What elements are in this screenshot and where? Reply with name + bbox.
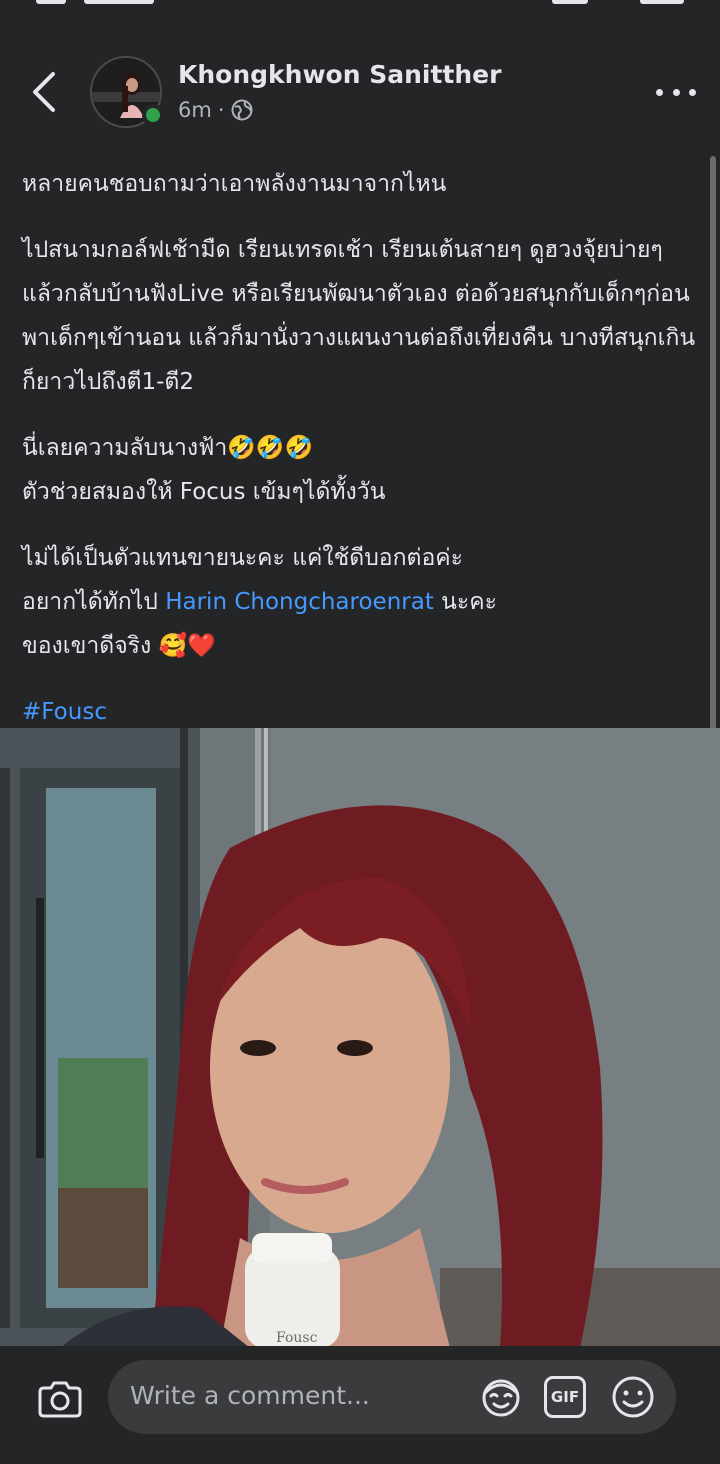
post-body: หลายคนชอบถามว่าเอาพลังงานมาจากไหน ไปสนาม… (22, 162, 702, 756)
more-dot (689, 88, 696, 96)
post-line: ของเขาดีจริง 🥰❤️ (22, 633, 216, 659)
post-header: Khongkhwon Sanitther 6m · (0, 40, 720, 150)
comment-bar: Write a comment... GIF (0, 1346, 720, 1464)
globe-icon[interactable] (231, 99, 253, 121)
post-line-prefix: อยากได้ทักไป (22, 589, 166, 615)
more-dot (656, 88, 663, 96)
more-dot (672, 88, 680, 96)
post-photo[interactable]: Fousc (0, 728, 720, 1348)
photo-illustration: Fousc (0, 728, 720, 1348)
hashtag-link[interactable]: #Fousc (22, 699, 107, 725)
online-status-indicator (142, 104, 164, 126)
emoji-button[interactable] (610, 1374, 656, 1420)
comment-placeholder: Write a comment... (130, 1381, 370, 1410)
avatar-sticker-icon (482, 1379, 520, 1417)
post-meta: 6m · (178, 98, 253, 122)
status-bar (0, 0, 720, 40)
post-paragraph: ไม่ได้เป็นตัวแทนขายนะคะ แค่ใช้ดีบอกต่อค่… (22, 536, 702, 668)
post-paragraph: ไปสนามกอล์ฟเช้ามืด เรียนเทรดเช้า เรียนเต… (22, 237, 696, 395)
gif-button[interactable]: GIF (544, 1376, 586, 1418)
post-line: ตัวช่วยสมองให้ Focus เข้มๆได้ทั้งวัน (22, 479, 386, 505)
post-line: นี่เลยความลับนางฟ้า🤣🤣🤣 (22, 435, 314, 461)
post-time[interactable]: 6m (178, 98, 212, 122)
status-time-fragment (84, 0, 154, 4)
author-avatar[interactable] (90, 56, 164, 128)
status-icon-fragment (36, 0, 66, 4)
back-button[interactable] (22, 68, 66, 116)
mention-link[interactable]: Harin Chongcharoenrat (165, 589, 434, 615)
post-paragraph: นี่เลยความลับนางฟ้า🤣🤣🤣 ตัวช่วยสมองให้ Fo… (22, 426, 702, 514)
battery-icon (640, 0, 684, 4)
camera-button[interactable] (36, 1374, 84, 1422)
post-line-suffix: นะคะ (433, 589, 497, 615)
chevron-left-icon (33, 72, 55, 112)
bottle-label: Fousc (276, 1330, 318, 1346)
comment-input[interactable]: Write a comment... GIF (108, 1360, 676, 1434)
author-name[interactable]: Khongkhwon Sanitther (178, 60, 501, 89)
more-options-button[interactable] (656, 80, 696, 104)
signal-icon (552, 0, 588, 4)
camera-icon (38, 1381, 82, 1418)
emoji-icon (612, 1376, 654, 1418)
post-paragraph: หลายคนชอบถามว่าเอาพลังงานมาจากไหน (22, 171, 447, 197)
meta-separator: · (217, 98, 225, 122)
post-line: ไม่ได้เป็นตัวแทนขายนะคะ แค่ใช้ดีบอกต่อค่… (22, 545, 464, 571)
avatar-sticker-button[interactable] (478, 1374, 524, 1420)
